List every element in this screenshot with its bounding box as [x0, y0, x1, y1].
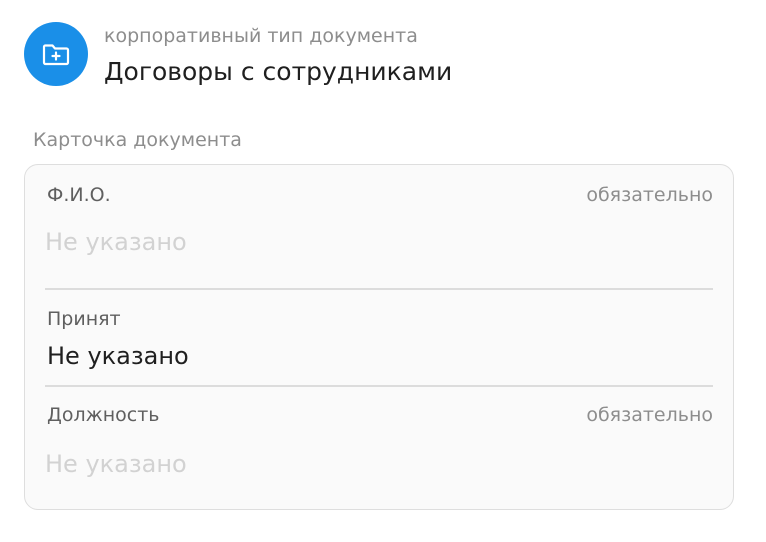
document-kind-caption: корпоративный тип документа	[104, 25, 418, 47]
document-type-header: корпоративный тип документа Договоры с с…	[24, 22, 452, 90]
field-position[interactable]: Должность обязательно Не указано	[45, 401, 713, 501]
required-badge: обязательно	[586, 184, 713, 206]
document-type-title: Договоры с сотрудниками	[104, 57, 453, 86]
field-divider	[45, 385, 713, 387]
document-type-page: корпоративный тип документа Договоры с с…	[0, 0, 766, 542]
field-label: Принят	[47, 308, 121, 330]
folder-plus-glyph	[42, 44, 70, 66]
header-text: корпоративный тип документа Договоры с с…	[104, 22, 452, 90]
field-label: Ф.И.О.	[47, 184, 111, 206]
required-badge: обязательно	[586, 404, 713, 426]
field-value[interactable]: Не указано	[47, 339, 189, 373]
field-divider	[45, 288, 713, 290]
field-full-name[interactable]: Ф.И.О. обязательно Не указано	[45, 179, 713, 279]
card-section-label: Карточка документа	[33, 129, 242, 151]
field-value[interactable]: Не указано	[45, 447, 187, 481]
folder-plus-icon	[24, 22, 88, 86]
field-value[interactable]: Не указано	[45, 225, 187, 259]
document-card: Ф.И.О. обязательно Не указано Принят Не …	[24, 164, 734, 510]
field-hired[interactable]: Принят Не указано	[45, 303, 713, 383]
field-label: Должность	[47, 404, 160, 426]
